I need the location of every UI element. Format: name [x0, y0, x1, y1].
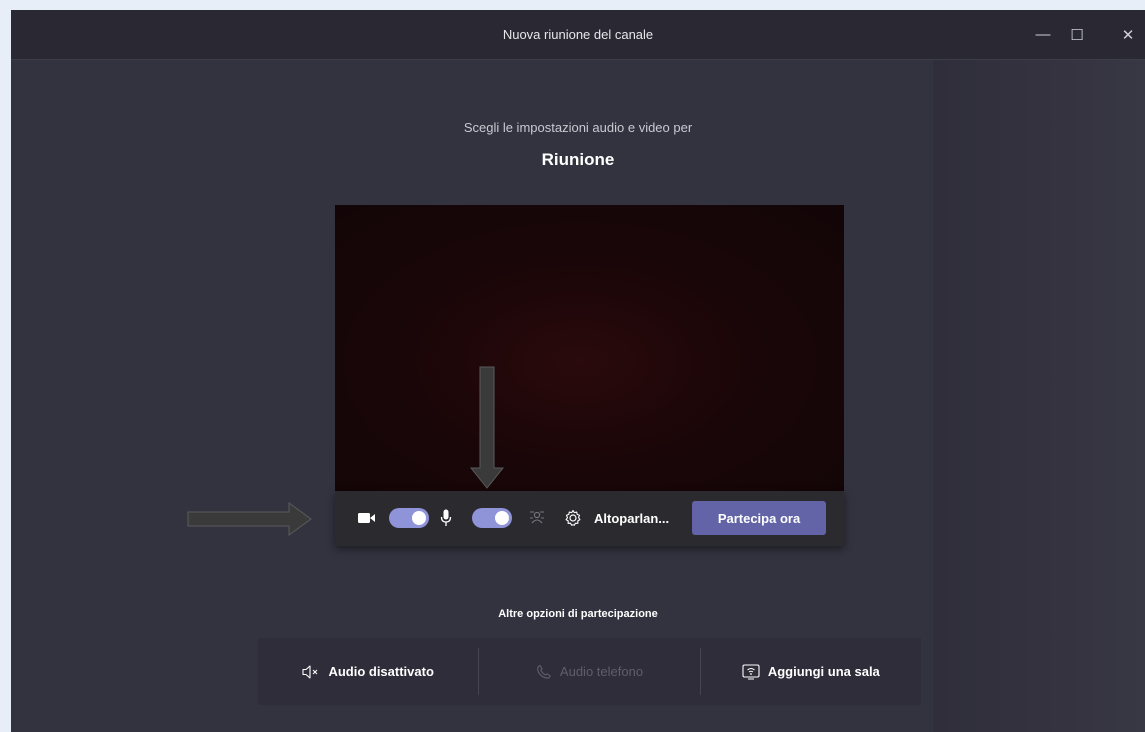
minimize-icon: —: [1035, 26, 1051, 43]
microphone-toggle-knob: [495, 511, 509, 525]
video-preview: [335, 205, 844, 491]
meeting-name: Riunione: [541, 150, 615, 169]
phone-audio-label: Audio telefono: [559, 664, 644, 679]
join-now-button[interactable]: Partecipa ora: [692, 501, 826, 535]
meeting-window: Nuova riunione del canale — ☐ ✕ Scegli l…: [11, 10, 1145, 732]
camera-toggle-knob: [412, 511, 426, 525]
add-room-label: Aggiungi una sala: [767, 664, 880, 679]
prejoin-subtitle: Scegli le impostazioni audio e video per: [463, 120, 693, 135]
add-room-option[interactable]: Aggiungi una sala: [701, 638, 921, 705]
camera-toggle[interactable]: [389, 508, 429, 528]
speaker-selector[interactable]: Altoparlan...: [594, 491, 669, 546]
window-title: Nuova riunione del canale: [502, 27, 654, 42]
maximize-icon: ☐: [1070, 26, 1084, 44]
microphone-icon: [439, 508, 453, 528]
more-join-options-title: Altre opzioni di partecipazione: [498, 608, 658, 620]
background-blur-button[interactable]: [528, 509, 546, 527]
join-options-bar: Audio disattivato Audio telefono Aggiung…: [258, 638, 921, 705]
microphone-toggle[interactable]: [472, 508, 512, 528]
background-blur-icon: [530, 511, 544, 524]
title-bar: Nuova riunione del canale — ☐ ✕: [11, 10, 1145, 60]
device-settings-button[interactable]: [563, 508, 583, 528]
close-icon: ✕: [1121, 26, 1135, 44]
room-cast-icon: [742, 663, 760, 680]
close-button[interactable]: ✕: [1111, 10, 1145, 59]
phone-icon: [536, 664, 552, 680]
maximize-button[interactable]: ☐: [1060, 10, 1094, 59]
device-controls-bar: Altoparlan... Partecipa ora: [335, 491, 844, 546]
minimize-button[interactable]: —: [1026, 10, 1060, 59]
annotation-down-arrow: [469, 366, 505, 489]
audio-off-label: Audio disattivato: [328, 664, 434, 679]
camera-icon: [357, 510, 377, 526]
annotation-right-arrow: [187, 502, 312, 536]
audio-off-option[interactable]: Audio disattivato: [258, 638, 478, 705]
phone-audio-option[interactable]: Audio telefono: [479, 638, 699, 705]
speaker-muted-icon: [302, 664, 320, 679]
gear-icon: [565, 509, 581, 526]
